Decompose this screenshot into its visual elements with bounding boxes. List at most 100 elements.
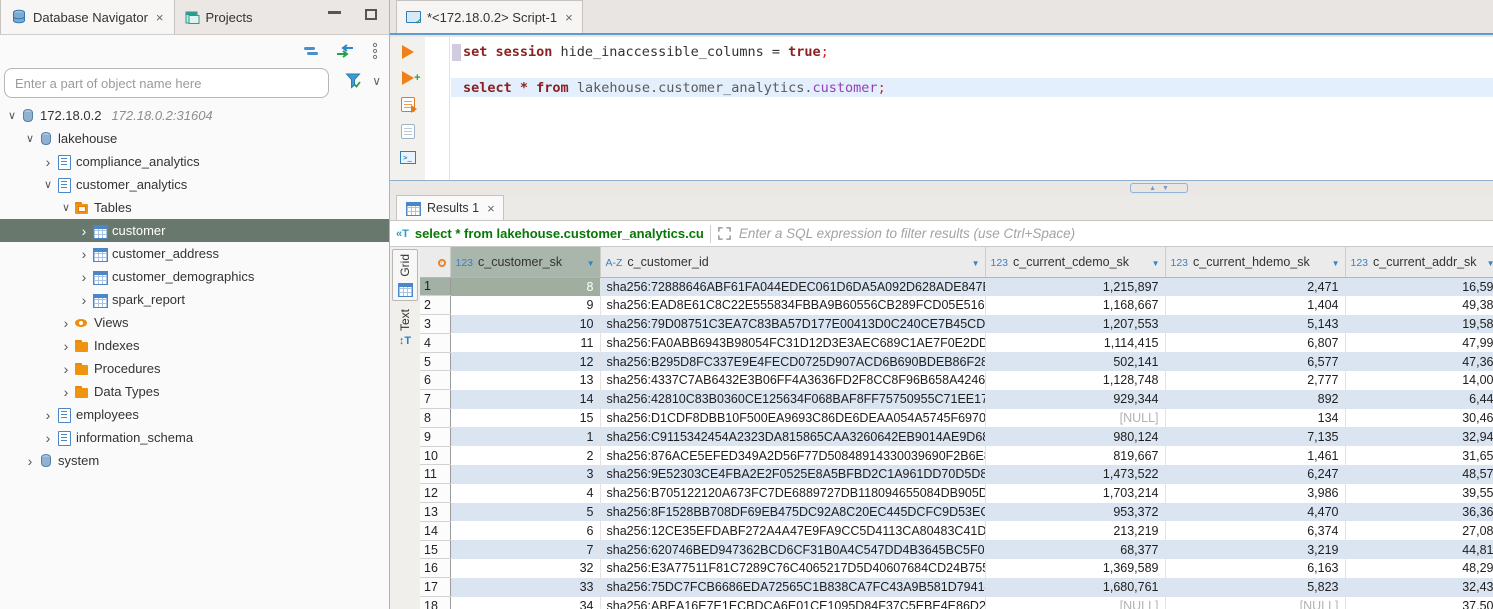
cell-c-current-cdemo-sk[interactable]: 1,207,553 (985, 315, 1165, 334)
cell-c-customer-id[interactable]: sha256:620746BED947362BCD6CF31B0A4C547DD… (600, 540, 985, 559)
tree-expander-icon[interactable] (58, 361, 74, 377)
tab-projects[interactable]: Projects (175, 0, 263, 34)
cell-c-customer-sk[interactable]: 12 (450, 352, 600, 371)
tree-item[interactable]: Views (0, 311, 389, 334)
table-row[interactable]: 10 2 sha256:876ACE5EFED349A2D56F77D50848… (420, 446, 1493, 465)
cell-c-current-hdemo-sk[interactable]: 1,404 (1165, 296, 1345, 315)
cell-c-current-cdemo-sk[interactable]: 213,219 (985, 521, 1165, 540)
row-number-cell[interactable]: 13 (420, 503, 450, 522)
tree-item[interactable]: customer (0, 219, 389, 242)
cell-c-current-cdemo-sk[interactable]: 980,124 (985, 427, 1165, 446)
result-grid[interactable]: 123c_customer_sk A-Zc_customer_id 123c_c… (420, 247, 1493, 609)
table-row[interactable]: 13 5 sha256:8F1528BB708DF69EB475DC92A8C2… (420, 503, 1493, 522)
object-filter-input[interactable] (4, 68, 329, 98)
cell-c-current-hdemo-sk[interactable]: 1,461 (1165, 446, 1345, 465)
row-number-cell[interactable]: 7 (420, 390, 450, 409)
tree-item[interactable]: information_schema (0, 426, 389, 449)
select-all-corner-cell[interactable] (420, 247, 450, 277)
cell-c-current-hdemo-sk[interactable]: 6,247 (1165, 465, 1345, 484)
column-dropdown-icon[interactable] (1152, 259, 1160, 268)
tree-item[interactable]: Procedures (0, 357, 389, 380)
cell-c-customer-id[interactable]: sha256:876ACE5EFED349A2D56F77D5084891433… (600, 446, 985, 465)
tree-item[interactable]: spark_report (0, 288, 389, 311)
cell-c-current-cdemo-sk[interactable]: 1,473,522 (985, 465, 1165, 484)
filter-dropdown-chevron-icon[interactable] (372, 73, 381, 88)
cell-c-current-cdemo-sk[interactable]: 819,667 (985, 446, 1165, 465)
row-number-cell[interactable]: 5 (420, 352, 450, 371)
tree-item[interactable]: Data Types (0, 380, 389, 403)
minimize-icon[interactable] (328, 11, 341, 14)
cell-c-current-addr-sk[interactable]: 32,43 (1345, 578, 1493, 597)
cell-c-customer-id[interactable]: sha256:FA0ABB6943B98054FC31D12D3E3AEC689… (600, 333, 985, 352)
tree-expander-icon[interactable] (40, 154, 56, 170)
cell-c-customer-id[interactable]: sha256:ABEA16E7E1ECBDCA6E01CE1095D84F37C… (600, 597, 985, 609)
tree-expander-icon[interactable] (58, 315, 74, 331)
table-row[interactable]: 18 34 sha256:ABEA16E7E1ECBDCA6E01CE1095D… (420, 597, 1493, 609)
cell-c-customer-id[interactable]: sha256:42810C83B0360CE125634F068BAF8FF75… (600, 390, 985, 409)
row-number-cell[interactable]: 11 (420, 465, 450, 484)
row-number-cell[interactable]: 1 (420, 277, 450, 296)
cell-c-current-cdemo-sk[interactable]: 1,128,748 (985, 371, 1165, 390)
tree-expander-icon[interactable] (76, 223, 92, 239)
tree-expander-icon[interactable] (40, 430, 56, 446)
cell-c-current-addr-sk[interactable]: 19,58 (1345, 315, 1493, 334)
cell-c-customer-id[interactable]: sha256:79D08751C3EA7C83BA57D177E00413D0C… (600, 315, 985, 334)
column-header[interactable]: 123c_current_hdemo_sk (1165, 247, 1345, 277)
cell-c-current-hdemo-sk[interactable]: 3,219 (1165, 540, 1345, 559)
cell-c-customer-sk[interactable]: 11 (450, 333, 600, 352)
tree-expander-icon[interactable] (76, 292, 92, 308)
cell-c-current-cdemo-sk[interactable]: 929,344 (985, 390, 1165, 409)
tree-item[interactable]: employees (0, 403, 389, 426)
cell-c-current-hdemo-sk[interactable]: 4,470 (1165, 503, 1345, 522)
column-header[interactable]: 123c_current_addr_sk (1345, 247, 1493, 277)
row-number-cell[interactable]: 9 (420, 427, 450, 446)
view-tab-grid[interactable]: Grid (392, 249, 418, 301)
cell-c-customer-sk[interactable]: 13 (450, 371, 600, 390)
collapse-all-icon[interactable] (303, 45, 319, 57)
cell-c-current-addr-sk[interactable]: 48,29 (1345, 559, 1493, 578)
tree-expander-icon[interactable] (58, 384, 74, 400)
cell-c-customer-sk[interactable]: 14 (450, 390, 600, 409)
explain-plan-icon[interactable] (401, 124, 415, 139)
tree-item[interactable]: system (0, 449, 389, 472)
cell-c-current-hdemo-sk[interactable]: 2,471 (1165, 277, 1345, 296)
cell-c-current-addr-sk[interactable]: 32,94 (1345, 427, 1493, 446)
cell-c-current-cdemo-sk[interactable]: 68,377 (985, 540, 1165, 559)
collapse-down-icon[interactable] (1162, 185, 1169, 192)
row-number-cell[interactable]: 14 (420, 521, 450, 540)
cell-c-current-cdemo-sk[interactable]: 953,372 (985, 503, 1165, 522)
cell-c-current-cdemo-sk[interactable]: 1,703,214 (985, 484, 1165, 503)
table-row[interactable]: 15 7 sha256:620746BED947362BCD6CF31B0A4C… (420, 540, 1493, 559)
tree-item[interactable]: Tables (0, 196, 389, 219)
cell-c-customer-sk[interactable]: 34 (450, 597, 600, 609)
cell-c-current-hdemo-sk[interactable]: 6,807 (1165, 333, 1345, 352)
row-number-cell[interactable]: 17 (420, 578, 450, 597)
row-number-cell[interactable]: 3 (420, 315, 450, 334)
link-with-editor-icon[interactable] (335, 44, 355, 58)
maximize-icon[interactable] (365, 9, 377, 20)
cell-c-customer-sk[interactable]: 2 (450, 446, 600, 465)
cell-c-customer-sk[interactable]: 32 (450, 559, 600, 578)
table-row[interactable]: 7 14 sha256:42810C83B0360CE125634F068BAF… (420, 390, 1493, 409)
row-number-cell[interactable]: 10 (420, 446, 450, 465)
cell-c-current-addr-sk[interactable]: 47,36 (1345, 352, 1493, 371)
table-row[interactable]: 11 3 sha256:9E52303CE4FBA2E2F0525E8A5BFB… (420, 465, 1493, 484)
close-icon[interactable] (156, 10, 164, 25)
cell-c-current-cdemo-sk[interactable]: 1,168,667 (985, 296, 1165, 315)
cell-c-current-hdemo-sk[interactable]: 6,374 (1165, 521, 1345, 540)
column-dropdown-icon[interactable] (1487, 259, 1493, 268)
table-row[interactable]: 5 12 sha256:B295D8FC337E9E4FECD0725D907A… (420, 352, 1493, 371)
tab-results-1[interactable]: Results 1 (396, 195, 504, 220)
column-dropdown-icon[interactable] (1332, 259, 1340, 268)
cell-c-current-addr-sk[interactable]: 49,38 (1345, 296, 1493, 315)
row-number-cell[interactable]: 18 (420, 597, 450, 609)
cell-c-current-hdemo-sk[interactable]: 6,163 (1165, 559, 1345, 578)
row-number-cell[interactable]: 8 (420, 409, 450, 428)
expand-filter-icon[interactable] (717, 226, 732, 241)
code-line-3[interactable]: select * from lakehouse.customer_analyti… (463, 80, 886, 97)
tree-item[interactable]: Indexes (0, 334, 389, 357)
table-row[interactable]: 3 10 sha256:79D08751C3EA7C83BA57D177E004… (420, 315, 1493, 334)
table-row[interactable]: 4 11 sha256:FA0ABB6943B98054FC31D12D3E3A… (420, 333, 1493, 352)
cell-c-customer-sk[interactable]: 7 (450, 540, 600, 559)
table-row[interactable]: 9 1 sha256:C9115342454A2323DA815865CAA32… (420, 427, 1493, 446)
